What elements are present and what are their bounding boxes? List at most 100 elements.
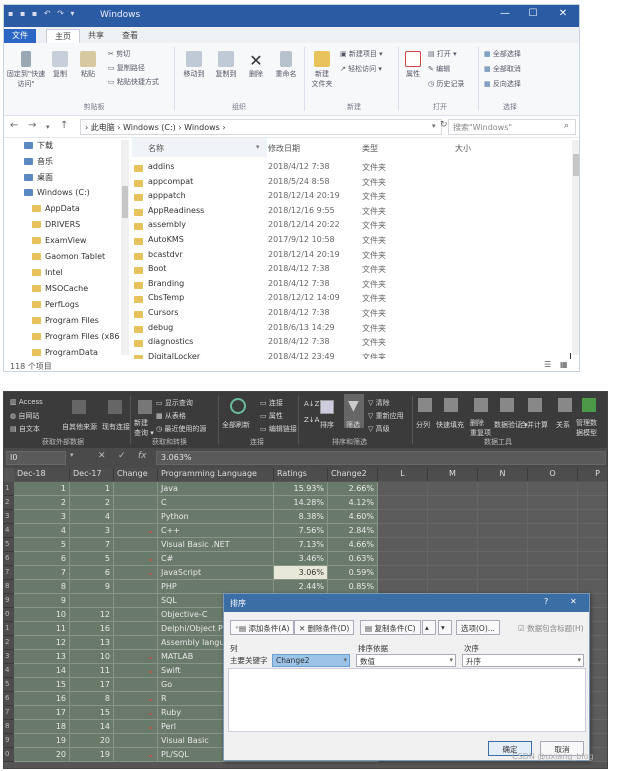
add-level-button[interactable]: ⁺▤ 添加条件(A) (230, 620, 295, 635)
new-item-button[interactable]: ▣ 新建项目 ▾ (340, 49, 383, 59)
column-header[interactable]: M (428, 468, 478, 481)
edit-links-button[interactable]: ▭ 编辑链接 (260, 424, 297, 434)
cell-dec17[interactable]: 8 (70, 692, 114, 706)
nav-item[interactable]: Gaomon Tablet (4, 252, 131, 268)
empty-cell[interactable] (528, 552, 578, 566)
row-header[interactable]: 0 (4, 748, 14, 762)
empty-cell[interactable] (428, 496, 478, 510)
cell-change[interactable] (114, 510, 158, 524)
empty-cell[interactable] (378, 496, 428, 510)
row-header[interactable]: 9 (4, 734, 14, 748)
empty-cell[interactable] (578, 538, 607, 552)
other-sources-button[interactable]: 自其他来源 (62, 422, 97, 432)
nav-item[interactable]: DRIVERS (4, 220, 131, 236)
minimize-button[interactable]: — (496, 8, 514, 22)
file-row[interactable]: CbsTemp 2018/12/12 14:09 文件夹 (132, 293, 574, 308)
empty-cell[interactable] (378, 482, 428, 496)
column-name-chevron-icon[interactable]: ▾ (256, 143, 260, 151)
cell-dec18[interactable]: 10 (14, 608, 70, 622)
empty-cell[interactable] (378, 566, 428, 580)
row-header[interactable]: 5 (4, 538, 14, 552)
row-header[interactable]: 6 (4, 552, 14, 566)
tab-share[interactable]: 共享 (80, 29, 112, 43)
cell-dec17[interactable]: 7 (70, 538, 114, 552)
cell-dec17[interactable]: 9 (70, 580, 114, 594)
cell-lang[interactable]: C (158, 496, 274, 510)
cell-lang[interactable]: C++ (158, 524, 274, 538)
file-row[interactable]: Cursors 2018/4/12 7:38 文件夹 (132, 308, 574, 323)
cell-lang[interactable]: Python (158, 510, 274, 524)
file-row[interactable]: Branding 2018/4/12 7:38 文件夹 (132, 279, 574, 294)
column-header[interactable]: Programming Language (158, 468, 274, 481)
column-header[interactable]: O (528, 468, 578, 481)
nav-scrollbar[interactable] (121, 140, 129, 355)
enter-check-icon[interactable]: ✓ (118, 451, 126, 461)
cell-change2[interactable]: 0.63% (328, 552, 378, 566)
row-header[interactable]: 9 (4, 594, 14, 608)
empty-cell[interactable] (378, 552, 428, 566)
options-button[interactable]: 选项(O)... (456, 620, 500, 635)
column-header[interactable]: P (578, 468, 607, 481)
cut-button[interactable]: ✂ 剪切 (108, 49, 130, 59)
column-header[interactable]: Change (114, 468, 158, 481)
row-header[interactable]: 5 (4, 678, 14, 692)
empty-cell[interactable] (528, 524, 578, 538)
row-header[interactable]: 7 (4, 566, 14, 580)
filter-button[interactable]: 筛选 (346, 420, 360, 430)
column-type[interactable]: 类型 (362, 138, 378, 157)
file-list-scrollbar[interactable] (572, 140, 579, 355)
details-view-icon[interactable]: ☰ (544, 360, 551, 369)
nav-item[interactable]: Windows (C:) (4, 188, 131, 204)
cell-change[interactable] (114, 538, 158, 552)
row-header[interactable]: 1 (4, 622, 14, 636)
cell-change[interactable]: ⌄ (114, 566, 158, 580)
cell-change[interactable]: ⌄ (114, 664, 158, 678)
nav-item[interactable]: 桌面 (4, 172, 131, 188)
sort-on-select[interactable]: 数值 ▾ (356, 654, 456, 667)
cell-change[interactable] (114, 608, 158, 622)
empty-cell[interactable] (478, 552, 528, 566)
tab-home[interactable]: 主页 (46, 29, 80, 43)
delete-button[interactable]: ✕ 删除 (244, 51, 268, 79)
empty-cell[interactable] (378, 538, 428, 552)
cell-dec17[interactable]: 19 (70, 748, 114, 762)
row-header[interactable]: 0 (4, 608, 14, 622)
column-date[interactable]: 修改日期 (268, 138, 300, 157)
empty-cell[interactable] (578, 524, 607, 538)
close-icon[interactable]: ✕ (570, 597, 577, 606)
cell-change2[interactable]: 2.66% (328, 482, 378, 496)
cancel-x-icon[interactable]: ✕ (98, 451, 106, 461)
row-header[interactable]: 8 (4, 580, 14, 594)
copy-button[interactable]: 复制 (48, 51, 72, 79)
copy-path-button[interactable]: ▭ 复制路径 (108, 63, 145, 73)
from-web-button[interactable]: ◍ 自网站 (10, 411, 39, 421)
row-header[interactable]: 2 (4, 636, 14, 650)
row-header[interactable]: 8 (4, 720, 14, 734)
empty-cell[interactable] (578, 482, 607, 496)
cell-lang[interactable]: PHP (158, 580, 274, 594)
cell-dec18[interactable]: 1 (14, 482, 70, 496)
empty-cell[interactable] (478, 524, 528, 538)
cell-dec17[interactable] (70, 594, 114, 608)
cell-dec17[interactable]: 11 (70, 664, 114, 678)
recent-sources-button[interactable]: ◷ 最近使用的源 (156, 424, 206, 434)
row-header[interactable]: 3 (4, 650, 14, 664)
cell-change[interactable] (114, 678, 158, 692)
select-all-button[interactable]: ▦ 全部选择 (484, 49, 521, 59)
nav-item[interactable]: 音乐 (4, 156, 131, 172)
cell-change[interactable] (114, 636, 158, 650)
cell-change2[interactable]: 4.12% (328, 496, 378, 510)
clear-button[interactable]: ▽ 清除 (368, 398, 390, 408)
cell-dec17[interactable]: 20 (70, 734, 114, 748)
empty-cell[interactable] (478, 496, 528, 510)
cell-dec17[interactable]: 14 (70, 720, 114, 734)
cell-dec17[interactable]: 3 (70, 524, 114, 538)
formula-input[interactable]: 3.063% (156, 451, 606, 465)
delete-level-button[interactable]: ✕ 删除条件(D) (294, 620, 355, 635)
cell-change[interactable] (114, 496, 158, 510)
address-path[interactable]: › 此电脑 › Windows (C:) › Windows › (80, 119, 442, 135)
cell-dec18[interactable]: 12 (14, 636, 70, 650)
rename-button[interactable]: 重命名 (272, 51, 300, 79)
cell-change[interactable]: ⌄ (114, 720, 158, 734)
move-down-button[interactable]: ▾ (438, 620, 452, 635)
